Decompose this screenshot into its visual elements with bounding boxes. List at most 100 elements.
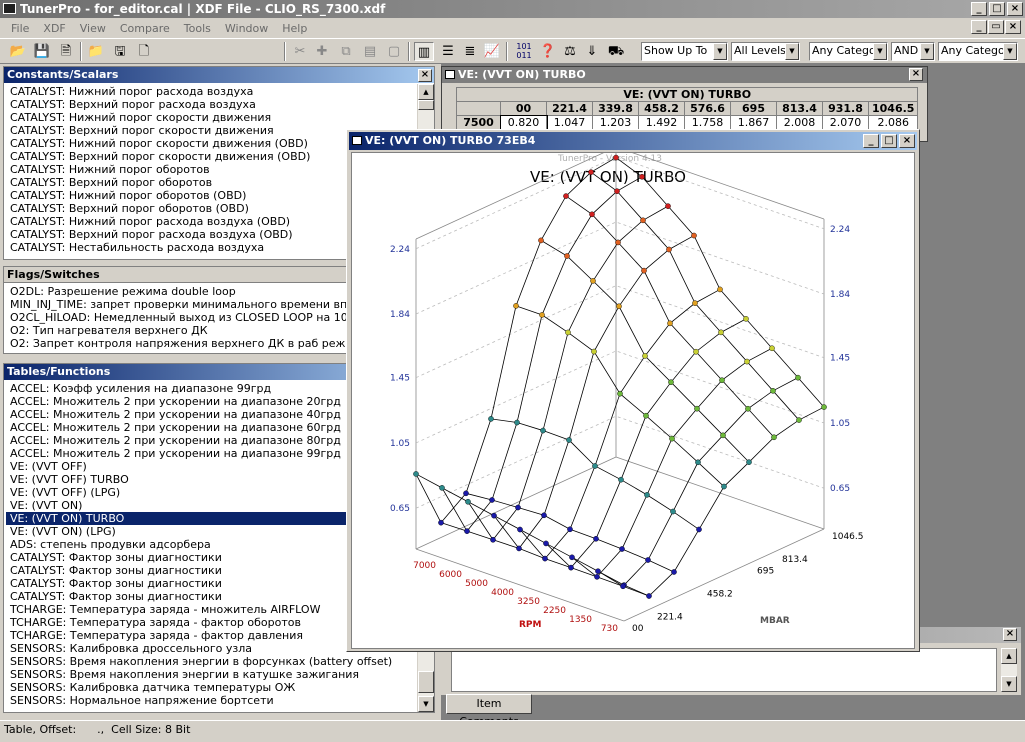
menu-help[interactable]: Help <box>275 22 314 35</box>
table-item[interactable]: SENSORS: Калибровка датчика температуры … <box>6 681 416 694</box>
menu-compare[interactable]: Compare <box>113 22 177 35</box>
menu-view[interactable]: View <box>73 22 113 35</box>
table-window-close-button[interactable]: × <box>909 68 923 81</box>
logic-select[interactable]: AND ▼ <box>891 42 935 61</box>
graph-area[interactable]: TunerPro - Version 4.13 VE: (VVT ON) TUR… <box>351 146 916 650</box>
surface-chart[interactable]: TunerPro - Version 4.13 VE: (VVT ON) TUR… <box>352 146 916 650</box>
menu-file[interactable]: File <box>4 22 36 35</box>
save-icon[interactable]: 💾 <box>32 42 52 61</box>
table-item[interactable]: SENSORS: Нормальное напряжение бортсети <box>6 694 416 707</box>
surface-point <box>538 237 544 244</box>
surface-point <box>540 427 546 434</box>
comments-textbox[interactable] <box>451 648 997 692</box>
cut-icon[interactable]: ✂ <box>290 42 310 61</box>
grid-cell[interactable]: 1.047 <box>546 115 593 130</box>
surface-point <box>463 490 469 497</box>
surface-point <box>568 564 574 571</box>
grid-cell[interactable]: 1.203 <box>592 115 639 130</box>
surface-point <box>567 526 573 533</box>
grid-row-header: 7500 <box>456 115 501 130</box>
rpm-tick: 3250 <box>517 597 540 607</box>
menu-tools[interactable]: Tools <box>177 22 218 35</box>
mdi-minimize-button[interactable]: _ <box>971 20 987 34</box>
surface-point <box>692 300 698 306</box>
ve-table-grid: VE: (VVT ON) TURBO 00 221.4 339.8 458.2 576.… <box>455 87 919 131</box>
copy-icon[interactable]: ⧉ <box>336 42 356 61</box>
surface-point <box>615 239 621 246</box>
properties-icon[interactable]: ▤ <box>360 42 380 61</box>
grid-col-header: 695 <box>730 101 777 116</box>
levels-select[interactable]: All Levels ▼ <box>731 42 800 61</box>
x-axis-label: RPM <box>519 620 542 630</box>
surface-point <box>614 188 620 194</box>
list-view-icon[interactable]: ▥ <box>414 42 434 61</box>
surface-point <box>769 345 775 352</box>
z-tick-right: 0.65 <box>830 484 850 494</box>
open-xdf-icon[interactable]: 📁 <box>86 42 106 61</box>
blank-icon[interactable]: ▢ <box>384 42 404 61</box>
menu-xdf[interactable]: XDF <box>36 22 72 35</box>
minimize-button[interactable]: _ <box>971 2 987 16</box>
show-up-to-select[interactable]: Show Up To ▼ <box>641 42 728 61</box>
mdi-restore-button[interactable]: ▭ <box>988 20 1004 34</box>
sorted-view-icon[interactable]: ≣ <box>460 42 480 61</box>
graph-minimize-button[interactable]: _ <box>863 134 879 148</box>
surface-point <box>591 348 597 355</box>
grid-cell[interactable]: 2.070 <box>822 115 869 130</box>
z-tick-right: 1.84 <box>830 290 850 300</box>
mdi-close-button[interactable]: × <box>1005 20 1021 34</box>
grid-col-header: 813.4 <box>776 101 823 116</box>
grid-col-header: 458.2 <box>638 101 685 116</box>
constants-close-button[interactable]: × <box>418 69 432 82</box>
sort-icon[interactable]: ⇓ <box>582 42 602 61</box>
surface-point <box>670 508 676 515</box>
menu-bar: File XDF View Compare Tools Window Help … <box>0 18 1025 38</box>
category-select-2[interactable]: Any Category ▼ <box>938 42 1018 61</box>
new-xdf-icon[interactable]: 🗋 <box>134 42 154 61</box>
close-button[interactable]: × <box>1007 2 1023 16</box>
surface-point <box>743 316 749 322</box>
constant-item[interactable]: CATALYST: Верхний порог расхода воздуха <box>6 98 416 111</box>
save-xdf-icon[interactable]: 🖫 <box>110 42 130 61</box>
item-comments-tab[interactable]: Item Comments <box>446 694 532 728</box>
grid-cell[interactable]: 1.758 <box>684 115 731 130</box>
grid-cell[interactable]: 1.867 <box>730 115 777 130</box>
z-gridline <box>415 285 825 379</box>
graph-maximize-button[interactable]: □ <box>881 134 897 148</box>
z-tick-left: 1.05 <box>390 439 410 449</box>
graph-view-icon[interactable]: 📈 <box>482 42 502 61</box>
category-select-1[interactable]: Any Category ▼ <box>809 42 888 61</box>
table-item[interactable]: SENSORS: Время накопления энергии в форс… <box>6 655 416 668</box>
table-view-icon[interactable]: ☰ <box>438 42 458 61</box>
status-bar: Table, Offset: ., Cell Size: 8 Bit <box>0 720 1025 742</box>
comments-close-button[interactable]: × <box>1003 628 1017 641</box>
constant-item[interactable]: CATALYST: Нижний порог расхода воздуха <box>6 85 416 98</box>
table-item[interactable]: SENSORS: Время накопления энергии в кату… <box>6 668 416 681</box>
compare-scales-icon[interactable]: ⚖ <box>560 42 580 61</box>
constant-item[interactable]: CATALYST: Нижний порог скорости движения <box>6 111 416 124</box>
z-tick-right: 2.24 <box>830 225 850 235</box>
grid-cell[interactable]: 0.820 <box>499 114 548 131</box>
mbar-tick: 458.2 <box>707 590 733 600</box>
surface-col-line <box>615 157 825 408</box>
surface-point <box>464 528 470 534</box>
add-item-icon[interactable]: ✚ <box>312 42 332 61</box>
emulator-icon[interactable]: ⛟ <box>606 42 626 61</box>
grid-cell[interactable]: 2.008 <box>776 115 823 130</box>
grid-cell[interactable]: 2.086 <box>867 115 919 130</box>
binary-icon[interactable]: 101 011 <box>514 42 534 61</box>
surface-point <box>666 246 672 253</box>
frame-line <box>623 528 825 622</box>
maximize-button[interactable]: □ <box>989 2 1005 16</box>
open-folder-icon[interactable]: 📂 <box>8 42 28 61</box>
menu-window[interactable]: Window <box>218 22 275 35</box>
graph-close-button[interactable]: × <box>899 134 915 148</box>
comments-scrollbar[interactable]: ▲ ▼ <box>1000 648 1017 692</box>
help-icon[interactable]: ❓ <box>538 42 558 61</box>
surface-point <box>565 329 571 336</box>
save-as-icon[interactable]: 🗎 <box>56 42 76 61</box>
grid-cell[interactable]: 1.492 <box>638 115 685 130</box>
surface-point <box>595 568 601 575</box>
surface-point <box>669 435 675 442</box>
surface-point <box>438 519 444 526</box>
